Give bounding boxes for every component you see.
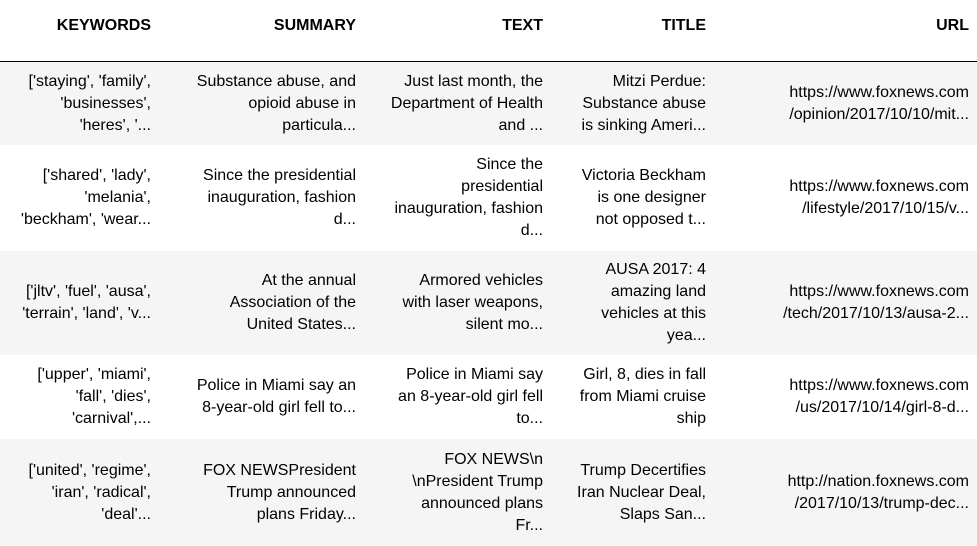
text-cell: Armored vehicles with laser weapons, sil… (364, 251, 551, 355)
url-cell: https://www.foxnews.com /opinion/2017/10… (714, 62, 977, 146)
title-cell: Girl, 8, dies in fall from Miami cruise … (551, 355, 714, 439)
text-cell: Since the presidential inauguration, fas… (364, 145, 551, 251)
column-header-summary: SUMMARY (159, 0, 364, 62)
summary-cell: Substance abuse, and opioid abuse in par… (159, 62, 364, 146)
url-cell: http://nation.foxnews.com /2017/10/13/tr… (714, 439, 977, 546)
title-cell: Trump Decertifies Iran Nuclear Deal, Sla… (551, 439, 714, 546)
keywords-cell: ['shared', 'lady', 'melania', 'beckham',… (0, 145, 159, 251)
column-header-keywords: KEYWORDS (0, 0, 159, 62)
summary-cell: Since the presidential inauguration, fas… (159, 145, 364, 251)
table-body: ['staying', 'family', 'businesses', 'her… (0, 62, 977, 546)
text-cell: Police in Miami say an 8-year-old girl f… (364, 355, 551, 439)
text-cell: FOX NEWS\n \nPresident Trump announced p… (364, 439, 551, 546)
url-cell: https://www.foxnews.com /tech/2017/10/13… (714, 251, 977, 355)
text-cell: Just last month, the Department of Healt… (364, 62, 551, 146)
table-row: ['upper', 'miami', 'fall', 'dies', 'carn… (0, 355, 977, 439)
summary-cell: Police in Miami say an 8-year-old girl f… (159, 355, 364, 439)
url-cell: https://www.foxnews.com /us/2017/10/14/g… (714, 355, 977, 439)
summary-cell: FOX NEWSPresident Trump announced plans … (159, 439, 364, 546)
table-row: ['jltv', 'fuel', 'ausa', 'terrain', 'lan… (0, 251, 977, 355)
summary-cell: At the annual Association of the United … (159, 251, 364, 355)
keywords-cell: ['upper', 'miami', 'fall', 'dies', 'carn… (0, 355, 159, 439)
dataframe-table: KEYWORDS SUMMARY TEXT TITLE URL ['stayin… (0, 0, 977, 546)
table-row: ['united', 'regime', 'iran', 'radical', … (0, 439, 977, 546)
table-row: ['staying', 'family', 'businesses', 'her… (0, 62, 977, 146)
keywords-cell: ['united', 'regime', 'iran', 'radical', … (0, 439, 159, 546)
column-header-url: URL (714, 0, 977, 62)
table-row: ['shared', 'lady', 'melania', 'beckham',… (0, 145, 977, 251)
column-header-text: TEXT (364, 0, 551, 62)
title-cell: AUSA 2017: 4 amazing land vehicles at th… (551, 251, 714, 355)
header-row: KEYWORDS SUMMARY TEXT TITLE URL (0, 0, 977, 62)
url-cell: https://www.foxnews.com /lifestyle/2017/… (714, 145, 977, 251)
column-header-title: TITLE (551, 0, 714, 62)
title-cell: Victoria Beckham is one designer not opp… (551, 145, 714, 251)
keywords-cell: ['jltv', 'fuel', 'ausa', 'terrain', 'lan… (0, 251, 159, 355)
title-cell: Mitzi Perdue: Substance abuse is sinking… (551, 62, 714, 146)
keywords-cell: ['staying', 'family', 'businesses', 'her… (0, 62, 159, 146)
table-header: KEYWORDS SUMMARY TEXT TITLE URL (0, 0, 977, 62)
